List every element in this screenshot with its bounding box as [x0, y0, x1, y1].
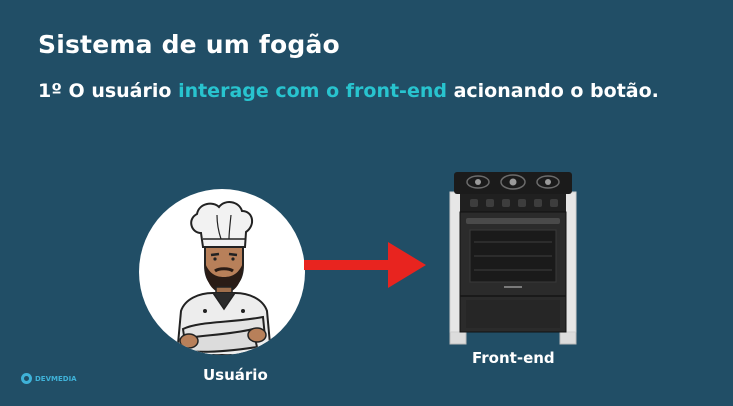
devmedia-logo-icon [21, 373, 32, 384]
chef-icon [175, 201, 273, 355]
brand-logo: DEVMEDIA [21, 373, 77, 384]
frontend-label: Front-end [472, 349, 555, 367]
stove-icon [449, 172, 577, 345]
step-prefix: 1º O usuário [38, 80, 179, 102]
user-avatar [139, 189, 305, 355]
right-arrow-icon [304, 242, 426, 288]
step-highlight: interage com o front-end [178, 80, 447, 102]
step-description: 1º O usuário interage com o front-end ac… [38, 80, 659, 102]
user-label: Usuário [203, 366, 268, 384]
slide-title: Sistema de um fogão [38, 30, 340, 59]
brand-name: DEVMEDIA [35, 374, 77, 383]
step-suffix: acionando o botão. [446, 80, 659, 102]
